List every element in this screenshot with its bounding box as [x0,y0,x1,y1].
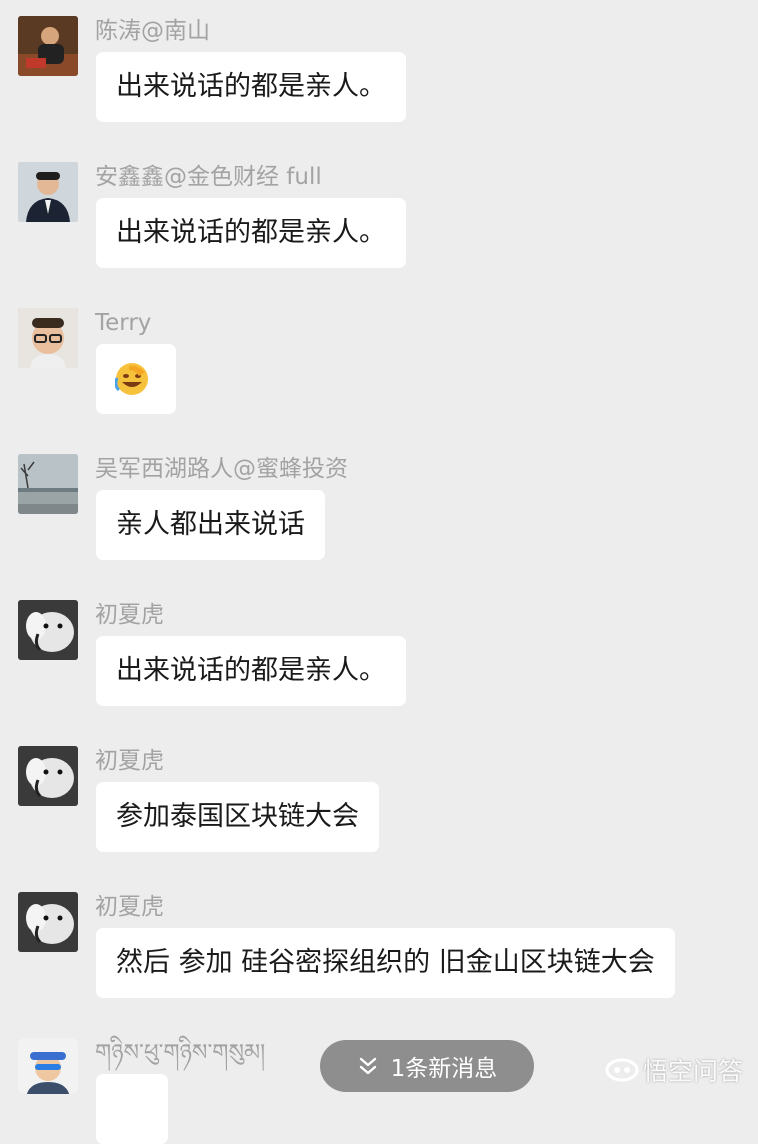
sender-name: 初夏虎 [95,894,164,920]
message-bubble[interactable]: 出来说话的都是亲人。 [96,198,406,268]
avatar[interactable] [18,746,78,806]
sender-name: 陈涛@南山 [95,18,210,44]
avatar[interactable] [18,892,78,952]
avatar[interactable] [18,16,78,76]
watermark-text: 悟空问答 [643,1057,744,1086]
sender-name: 初夏虎 [95,602,164,628]
message-bubble[interactable] [96,344,176,414]
new-messages-label: 1条新消息 [390,1056,498,1082]
message-bubble[interactable]: ... [96,1074,168,1144]
message-bubble[interactable]: 出来说话的都是亲人。 [96,636,406,706]
avatar[interactable] [18,162,78,222]
avatar[interactable] [18,308,78,368]
avatar[interactable] [18,454,78,514]
message-bubble[interactable]: 参加泰国区块链大会 [96,782,379,852]
wukong-logo-icon [605,1058,639,1082]
message-bubble[interactable]: 亲人都出来说话 [96,490,325,560]
sender-name: 安鑫鑫@金色财经 full [95,164,322,190]
watermark: 悟空问答 [605,1050,743,1090]
chat-message-list[interactable]: 陈涛@南山 出来说话的都是亲人。 安鑫鑫@金色财经 full 出来说话的都是亲人… [0,0,758,1144]
double-chevron-down-icon [359,1057,376,1075]
avatar[interactable] [18,1038,78,1094]
sender-name: Terry [95,310,152,336]
facepalm-laughing-emoji-icon [115,363,148,395]
sender-name: 吴军西湖路人@蜜蜂投资 [95,456,348,482]
avatar[interactable] [18,600,78,660]
message-bubble[interactable]: 然后 参加 硅谷密探组织的 旧金山区块链大会 [96,928,675,998]
new-messages-button[interactable]: 1条新消息 [320,1040,534,1092]
sender-name: གཉིས་ཕུ་གཉིས་གསུམ། [95,1040,266,1066]
sender-name: 初夏虎 [95,748,164,774]
message-bubble[interactable]: 出来说话的都是亲人。 [96,52,406,122]
